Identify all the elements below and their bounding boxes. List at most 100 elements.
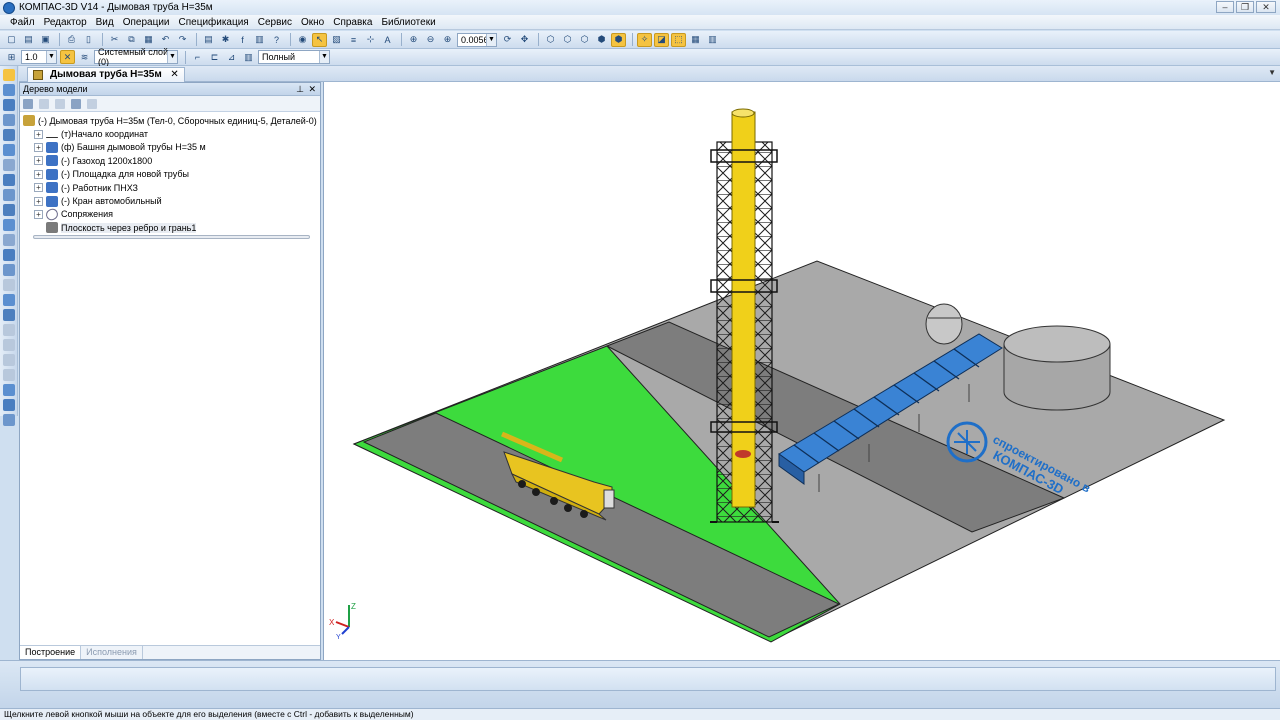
tree-item-platform[interactable]: + (-) Площадка для новой трубы bbox=[23, 168, 320, 181]
surface-icon[interactable] bbox=[3, 279, 15, 291]
variables-icon[interactable]: f bbox=[235, 33, 250, 47]
loft-icon[interactable] bbox=[3, 144, 15, 156]
cut-icon[interactable]: ✂ bbox=[107, 33, 122, 47]
compact-panel-icon[interactable] bbox=[3, 69, 15, 81]
expand-icon[interactable]: + bbox=[34, 142, 43, 152]
fillet-icon[interactable] bbox=[3, 159, 15, 171]
view-mode-field[interactable]: Полный ▼ bbox=[258, 50, 330, 64]
tree-item-tower[interactable]: + (ф) Башня дымовой трубы Н=35 м bbox=[23, 141, 320, 154]
pan-icon[interactable]: ✥ bbox=[517, 33, 532, 47]
section-icon[interactable]: ◪ bbox=[654, 32, 669, 47]
snap-icon[interactable]: ⊹ bbox=[363, 33, 378, 47]
save-icon[interactable]: ▣ bbox=[38, 33, 53, 47]
assembly-icon[interactable] bbox=[3, 309, 15, 321]
copy-icon[interactable]: ⧉ bbox=[124, 33, 139, 47]
expand-icon[interactable]: + bbox=[34, 183, 43, 193]
chevron-down-icon[interactable]: ▼ bbox=[486, 33, 496, 46]
filter-icon[interactable]: ▧ bbox=[329, 33, 344, 47]
pipes-icon[interactable] bbox=[3, 399, 15, 411]
menu-libraries[interactable]: Библиотеки bbox=[381, 17, 435, 28]
tree-root[interactable]: (-) Дымовая труба Н=35м (Тел-0, Сборочны… bbox=[23, 114, 320, 127]
revolve-icon[interactable] bbox=[3, 114, 15, 126]
zoom-in-icon[interactable]: ⊕ bbox=[440, 33, 455, 47]
new-document-icon[interactable]: ▢ bbox=[4, 33, 19, 47]
shaded-icon[interactable]: ⬢ bbox=[594, 33, 609, 47]
tree-item-crane[interactable]: + (-) Кран автомобильный bbox=[23, 194, 320, 207]
expand-icon[interactable]: + bbox=[34, 129, 43, 139]
measure-tool-icon[interactable] bbox=[3, 339, 15, 351]
thin-lines-icon[interactable]: ⬡ bbox=[577, 33, 592, 47]
menu-specification[interactable]: Спецификация bbox=[179, 17, 249, 28]
tree-structure-icon[interactable] bbox=[23, 98, 33, 109]
tree-sort-icon[interactable] bbox=[39, 98, 49, 109]
zoom-window-icon[interactable]: ⊕ bbox=[406, 33, 421, 47]
spec-icon[interactable] bbox=[3, 354, 15, 366]
thread-icon[interactable] bbox=[3, 264, 15, 276]
close-icon[interactable]: ✕ bbox=[170, 68, 178, 82]
hole-icon[interactable] bbox=[3, 249, 15, 261]
tree-item-origin[interactable]: + (т)Начало координат bbox=[23, 127, 320, 140]
tree-view-icon[interactable] bbox=[55, 98, 65, 109]
menu-operations[interactable]: Операции bbox=[123, 17, 170, 28]
tree-filter-icon[interactable] bbox=[87, 98, 97, 109]
array-icon[interactable] bbox=[3, 219, 15, 231]
close-icon[interactable]: ✕ bbox=[308, 83, 316, 95]
tab-versions[interactable]: Исполнения bbox=[81, 646, 143, 659]
expand-icon[interactable]: + bbox=[34, 156, 43, 166]
sweep-icon[interactable] bbox=[3, 129, 15, 141]
perspective-icon[interactable]: ✧ bbox=[637, 32, 652, 47]
minimize-button[interactable]: – bbox=[1216, 1, 1234, 13]
select-mode-icon[interactable]: ↖ bbox=[312, 32, 327, 47]
chevron-down-icon[interactable]: ▼ bbox=[319, 51, 329, 63]
undo-icon[interactable]: ↶ bbox=[158, 33, 173, 47]
sheet-icon[interactable] bbox=[3, 294, 15, 306]
library-icon[interactable]: ✱ bbox=[218, 33, 233, 47]
tree-item-worker[interactable]: + (-) Работник ПНХЗ bbox=[23, 181, 320, 194]
report-icon[interactable] bbox=[3, 369, 15, 381]
zoom-dynamic-icon[interactable]: ⊖ bbox=[423, 33, 438, 47]
expand-icon[interactable]: + bbox=[34, 209, 43, 219]
tree-item-plane[interactable]: Плоскость через ребро и грань1 bbox=[23, 221, 320, 234]
print-icon[interactable]: ⎙ bbox=[64, 33, 79, 47]
layer-field[interactable]: Системный слой (0) ▼ bbox=[94, 47, 178, 67]
model-viewport[interactable]: спроектировано в КОМПАС-3D Z X Y bbox=[323, 82, 1280, 660]
tree-horizontal-scrollbar[interactable] bbox=[33, 234, 310, 239]
close-button[interactable]: ✕ bbox=[1256, 1, 1276, 13]
menu-edit[interactable]: Редактор bbox=[44, 17, 87, 28]
text-icon[interactable]: A bbox=[380, 33, 395, 47]
tree-toggle-icon[interactable]: ▥ bbox=[705, 33, 720, 47]
extrude-icon[interactable] bbox=[3, 99, 15, 111]
chevron-down-icon[interactable]: ▼ bbox=[46, 51, 56, 63]
rotate-icon[interactable]: ⟳ bbox=[500, 33, 515, 47]
open-icon[interactable]: ▤ bbox=[21, 33, 36, 47]
rebuild-icon[interactable]: ▦ bbox=[688, 33, 703, 47]
expand-icon[interactable]: + bbox=[34, 169, 43, 179]
ortho-mode-icon[interactable]: ✕ bbox=[60, 50, 75, 64]
paste-icon[interactable]: ▦ bbox=[141, 33, 156, 47]
restore-button[interactable]: ❐ bbox=[1236, 1, 1254, 13]
hidden-lines-icon[interactable]: ⬡ bbox=[560, 33, 575, 47]
tree-doc-icon[interactable] bbox=[71, 98, 81, 109]
redo-icon[interactable]: ↷ bbox=[175, 33, 190, 47]
parametric-icon[interactable]: ⊿ bbox=[224, 50, 239, 64]
layer-state-icon[interactable]: ≋ bbox=[77, 50, 92, 64]
manager-icon[interactable]: ▤ bbox=[201, 33, 216, 47]
step-field[interactable]: 1.0 ▼ bbox=[21, 50, 57, 64]
menu-help[interactable]: Справка bbox=[333, 17, 372, 28]
preview-icon[interactable]: ▯ bbox=[81, 33, 96, 47]
render-mode-icon[interactable]: ▥ bbox=[241, 50, 256, 64]
mate-icon[interactable] bbox=[3, 324, 15, 336]
coordinate-icon[interactable]: ⊏ bbox=[207, 50, 222, 64]
expand-icon[interactable]: + bbox=[34, 196, 43, 206]
measure-icon[interactable]: ▥ bbox=[252, 33, 267, 47]
tree-item-mates[interactable]: + Сопряжения bbox=[23, 206, 320, 223]
tab-build[interactable]: Построение bbox=[20, 646, 82, 659]
wireframe-icon[interactable]: ⬡ bbox=[543, 33, 558, 47]
chevron-down-icon[interactable]: ▼ bbox=[1268, 68, 1276, 77]
shell-icon[interactable] bbox=[3, 189, 15, 201]
chamfer-icon[interactable] bbox=[3, 174, 15, 186]
zoom-field[interactable]: 0.0056 ▼ bbox=[457, 32, 497, 47]
macro-icon[interactable] bbox=[3, 384, 15, 396]
cables-icon[interactable] bbox=[3, 414, 15, 426]
help-icon[interactable]: ? bbox=[269, 33, 284, 47]
